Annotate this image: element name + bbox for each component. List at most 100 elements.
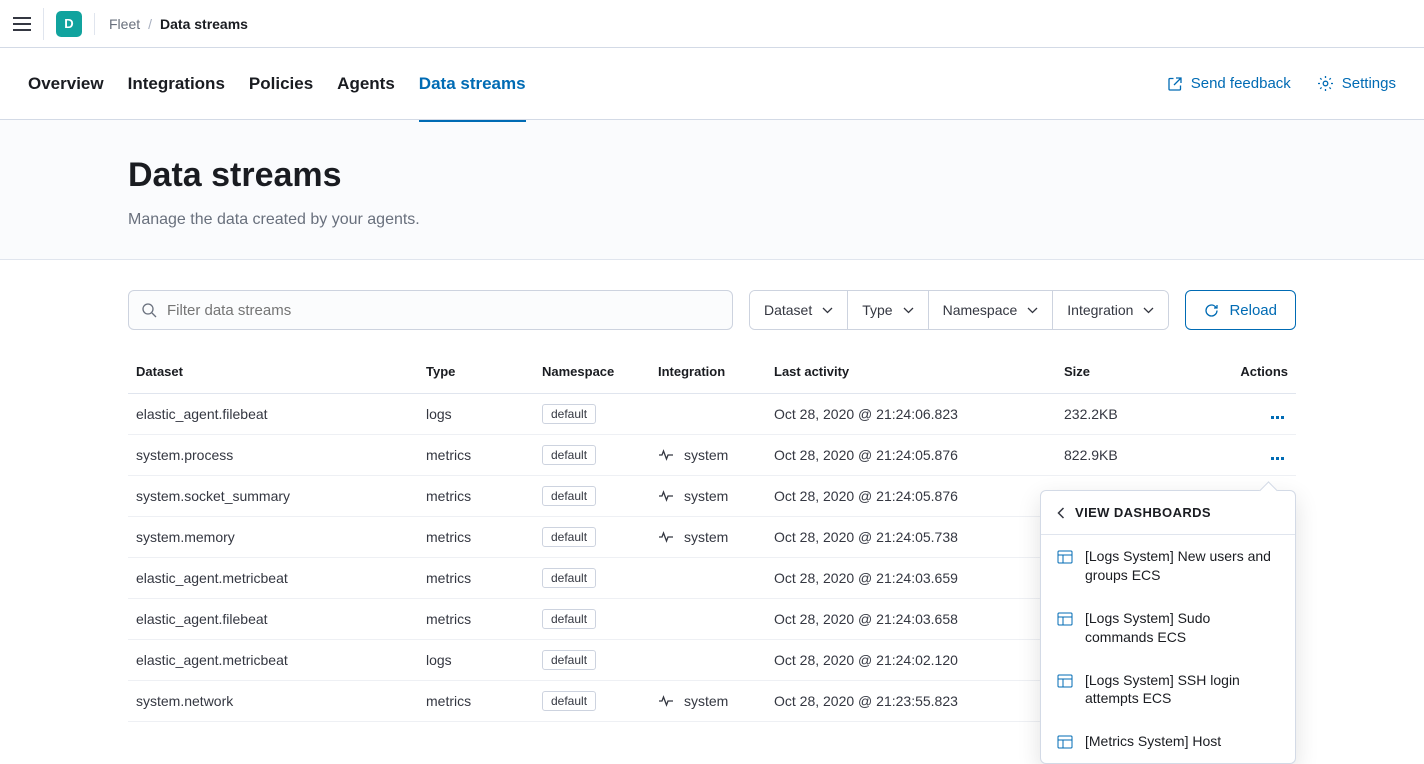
cell-type: metrics xyxy=(418,558,534,599)
cell-integration xyxy=(650,394,766,435)
search-box[interactable] xyxy=(128,290,733,330)
filter-dataset[interactable]: Dataset xyxy=(750,291,847,329)
cell-last-activity: Oct 28, 2020 @ 21:24:05.876 xyxy=(766,435,1056,476)
cell-dataset: system.process xyxy=(128,435,418,476)
dashboard-item[interactable]: [Logs System] SSH login attempts ECS xyxy=(1041,659,1295,721)
cell-last-activity: Oct 28, 2020 @ 21:24:03.658 xyxy=(766,599,1056,640)
dashboard-item-label: [Logs System] New users and groups ECS xyxy=(1085,547,1279,585)
filter-type-label: Type xyxy=(862,302,892,318)
tab-integrations[interactable]: Integrations xyxy=(128,62,225,106)
filter-dataset-label: Dataset xyxy=(764,302,812,318)
send-feedback-button[interactable]: Send feedback xyxy=(1167,75,1291,92)
namespace-badge: default xyxy=(542,568,596,588)
cell-integration xyxy=(650,599,766,640)
controls-row: Dataset Type Namespace Integration Reloa… xyxy=(128,290,1296,330)
cell-namespace: default xyxy=(534,476,650,517)
gear-icon xyxy=(1317,75,1334,92)
cell-namespace: default xyxy=(534,394,650,435)
cell-dataset: system.socket_summary xyxy=(128,476,418,517)
cell-dataset: system.network xyxy=(128,681,418,722)
cell-last-activity: Oct 28, 2020 @ 21:23:55.823 xyxy=(766,681,1056,722)
cell-type: metrics xyxy=(418,681,534,722)
cell-dataset: elastic_agent.metricbeat xyxy=(128,558,418,599)
filter-namespace[interactable]: Namespace xyxy=(928,291,1053,329)
pulse-icon xyxy=(658,447,674,463)
cell-integration: system xyxy=(650,681,766,722)
table-row: elastic_agent.filebeatlogsdefaultOct 28,… xyxy=(128,394,1296,435)
breadcrumb-current: Data streams xyxy=(160,16,248,32)
chevron-down-icon xyxy=(822,307,833,314)
tab-policies[interactable]: Policies xyxy=(249,62,313,106)
dashboard-item-label: [Logs System] Sudo commands ECS xyxy=(1085,609,1279,647)
chevron-down-icon xyxy=(1027,307,1038,314)
refresh-icon xyxy=(1204,303,1219,318)
settings-label: Settings xyxy=(1342,75,1396,92)
cell-namespace: default xyxy=(534,517,650,558)
cell-actions xyxy=(1206,394,1296,435)
tabs-bar: Overview Integrations Policies Agents Da… xyxy=(0,48,1424,120)
filter-type[interactable]: Type xyxy=(847,291,927,329)
cell-namespace: default xyxy=(534,599,650,640)
pulse-icon xyxy=(658,529,674,545)
app-badge[interactable]: D xyxy=(56,11,82,37)
col-namespace[interactable]: Namespace xyxy=(534,354,650,394)
breadcrumb-root[interactable]: Fleet xyxy=(109,16,140,32)
tab-agents[interactable]: Agents xyxy=(337,62,395,106)
dashboard-item[interactable]: [Logs System] New users and groups ECS xyxy=(1041,535,1295,597)
cell-dataset: system.memory xyxy=(128,517,418,558)
cell-type: metrics xyxy=(418,517,534,558)
row-actions-button[interactable] xyxy=(1267,453,1288,464)
dashboard-item-label: [Logs System] SSH login attempts ECS xyxy=(1085,671,1279,709)
search-input[interactable] xyxy=(167,302,720,319)
pulse-icon xyxy=(658,488,674,504)
menu-icon[interactable] xyxy=(13,17,31,31)
popup-icon xyxy=(1167,76,1183,92)
cell-namespace: default xyxy=(534,558,650,599)
cell-last-activity: Oct 28, 2020 @ 21:24:05.876 xyxy=(766,476,1056,517)
col-actions: Actions xyxy=(1206,354,1296,394)
cell-type: metrics xyxy=(418,599,534,640)
filter-integration-label: Integration xyxy=(1067,302,1133,318)
reload-label: Reload xyxy=(1229,302,1277,319)
popover-header[interactable]: VIEW DASHBOARDS xyxy=(1041,491,1295,535)
namespace-badge: default xyxy=(542,486,596,506)
tab-data-streams[interactable]: Data streams xyxy=(419,62,526,106)
integration-value: system xyxy=(684,529,728,545)
chevron-left-icon xyxy=(1057,507,1065,519)
dashboard-icon xyxy=(1057,549,1073,565)
filter-integration[interactable]: Integration xyxy=(1052,291,1168,329)
cell-dataset: elastic_agent.metricbeat xyxy=(128,640,418,681)
namespace-badge: default xyxy=(542,404,596,424)
col-dataset[interactable]: Dataset xyxy=(128,354,418,394)
cell-integration xyxy=(650,558,766,599)
chevron-down-icon xyxy=(1143,307,1154,314)
dashboard-icon xyxy=(1057,734,1073,750)
col-integration[interactable]: Integration xyxy=(650,354,766,394)
cell-last-activity: Oct 28, 2020 @ 21:24:02.120 xyxy=(766,640,1056,681)
popover-title: VIEW DASHBOARDS xyxy=(1075,505,1211,520)
col-type[interactable]: Type xyxy=(418,354,534,394)
namespace-badge: default xyxy=(542,527,596,547)
page-title: Data streams xyxy=(128,156,1296,195)
col-size[interactable]: Size xyxy=(1056,354,1206,394)
page-subtitle: Manage the data created by your agents. xyxy=(128,211,1296,229)
tab-overview[interactable]: Overview xyxy=(28,62,104,106)
cell-type: metrics xyxy=(418,435,534,476)
cell-type: logs xyxy=(418,394,534,435)
namespace-badge: default xyxy=(542,691,596,711)
dashboard-icon xyxy=(1057,611,1073,627)
col-last-activity[interactable]: Last activity xyxy=(766,354,1056,394)
dashboard-item[interactable]: [Metrics System] Host xyxy=(1041,720,1295,763)
integration-value: system xyxy=(684,488,728,504)
reload-button[interactable]: Reload xyxy=(1185,290,1296,330)
dashboard-icon xyxy=(1057,673,1073,689)
cell-last-activity: Oct 28, 2020 @ 21:24:05.738 xyxy=(766,517,1056,558)
dashboard-item[interactable]: [Logs System] Sudo commands ECS xyxy=(1041,597,1295,659)
settings-button[interactable]: Settings xyxy=(1317,75,1396,92)
filter-namespace-label: Namespace xyxy=(943,302,1018,318)
breadcrumb: Fleet / Data streams xyxy=(109,16,248,32)
cell-integration xyxy=(650,640,766,681)
row-actions-button[interactable] xyxy=(1267,412,1288,423)
integration-value: system xyxy=(684,693,728,709)
cell-namespace: default xyxy=(534,435,650,476)
